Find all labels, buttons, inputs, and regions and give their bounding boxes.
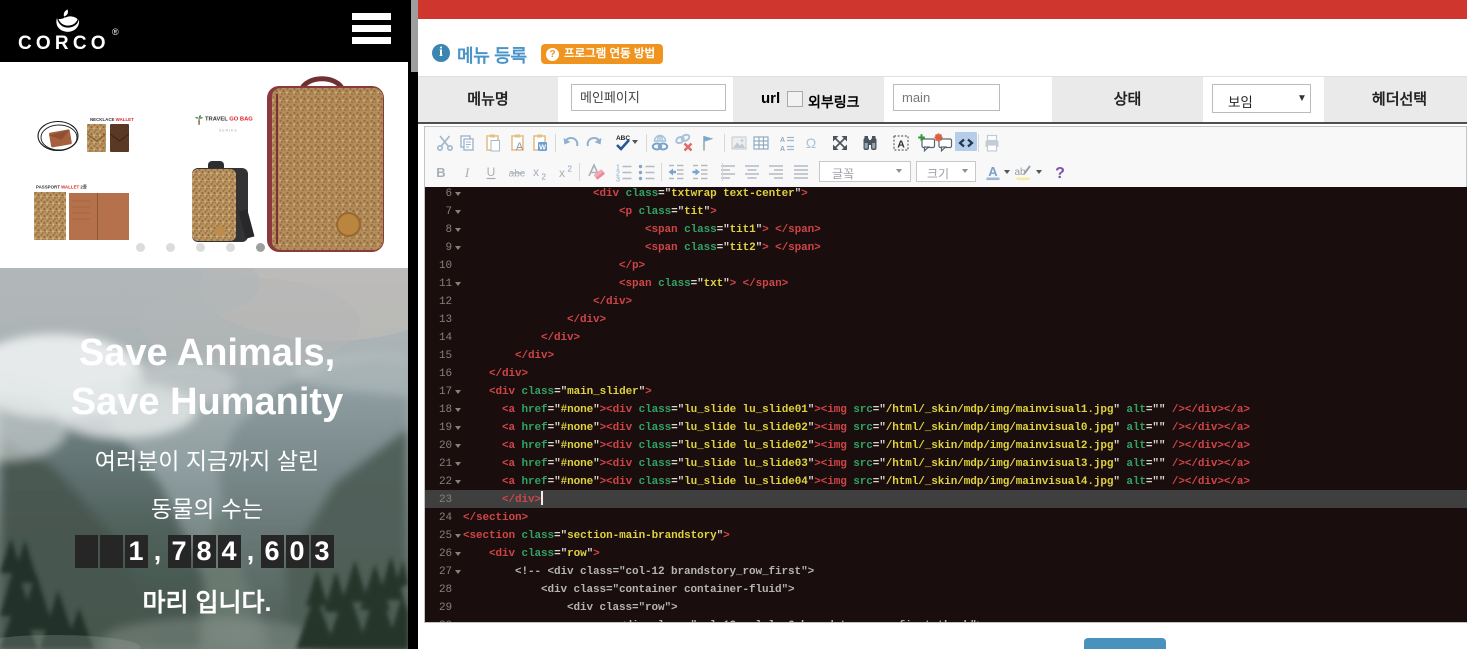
svg-text:?: ? bbox=[1055, 165, 1065, 182]
svg-text:3: 3 bbox=[616, 177, 620, 183]
svg-text:I: I bbox=[464, 165, 470, 180]
svg-text:2: 2 bbox=[568, 165, 573, 174]
svg-text:abe: abe bbox=[509, 169, 526, 180]
svg-text:2: 2 bbox=[542, 173, 547, 182]
svg-text:x: x bbox=[559, 166, 565, 180]
svg-text:B: B bbox=[436, 165, 445, 180]
svg-text:x: x bbox=[533, 165, 539, 179]
svg-text:U: U bbox=[487, 165, 496, 179]
svg-text:A: A bbox=[988, 164, 998, 179]
